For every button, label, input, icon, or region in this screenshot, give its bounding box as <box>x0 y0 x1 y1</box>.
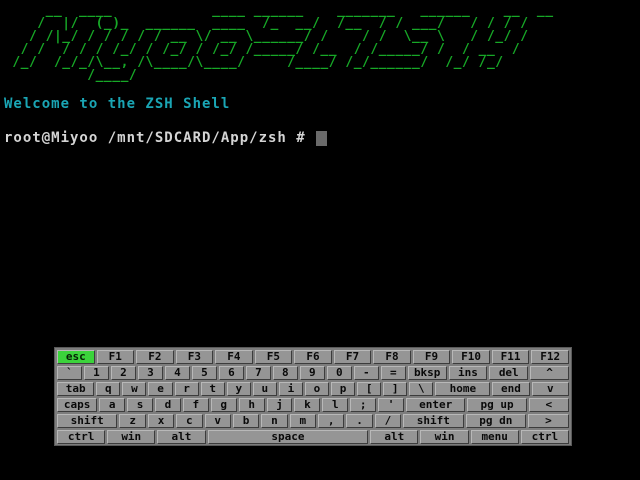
key-f4[interactable]: F4 <box>215 350 253 364</box>
key-backslash[interactable]: \ <box>409 382 434 396</box>
key-rshift[interactable]: shift <box>403 414 464 428</box>
on-screen-keyboard: esc F1 F2 F3 F4 F5 F6 F7 F8 F9 F10 F11 F12 ` 1 2 3 4 5 6 7 8 9… <box>54 347 572 446</box>
key-f7[interactable]: F7 <box>333 350 372 364</box>
key-pgdn[interactable]: pg dn <box>465 414 526 428</box>
key-menu[interactable]: menu <box>470 430 519 444</box>
key-v[interactable]: v <box>204 414 231 428</box>
key-8[interactable]: 8 <box>272 366 298 380</box>
key-u[interactable]: u <box>252 382 277 396</box>
key-f5[interactable]: F5 <box>254 350 293 364</box>
key-rwin[interactable]: win <box>420 430 469 444</box>
key-lalt[interactable]: alt <box>157 430 206 444</box>
key-comma[interactable]: , <box>317 414 345 428</box>
key-6[interactable]: 6 <box>218 366 244 380</box>
key-3[interactable]: 3 <box>137 366 163 380</box>
key-right[interactable]: > <box>528 414 569 428</box>
keyboard-row: ctrl win alt space alt win menu ctrl <box>57 430 569 444</box>
key-a[interactable]: a <box>99 398 126 412</box>
key-slash[interactable]: / <box>374 414 402 428</box>
keyboard-row: caps a s d f g h j k l; ' enter pg up < <box>57 398 569 412</box>
key-f12[interactable]: F12 <box>531 350 569 364</box>
key-5[interactable]: 5 <box>191 366 217 380</box>
keyboard-row: shift z x c v b n m,. / shift pg dn > <box>57 414 569 428</box>
key-f1[interactable]: F1 <box>96 350 135 364</box>
key-t[interactable]: t <box>200 382 225 396</box>
keyboard-row: esc F1 F2 F3 F4 F5 F6 F7 F8 F9 F10 F11 F12 <box>57 350 569 364</box>
terminal-screen[interactable]: __ ____ ____ ______ _______ ______ __ __… <box>0 0 640 340</box>
key-f3[interactable]: F3 <box>175 350 214 364</box>
key-lbracket[interactable]: [ <box>357 382 382 396</box>
key-p[interactable]: p <box>331 382 356 396</box>
key-h[interactable]: h <box>238 398 265 412</box>
key-home[interactable]: home <box>435 382 491 396</box>
key-end[interactable]: end <box>492 382 530 396</box>
key-f11[interactable]: F11 <box>491 350 530 364</box>
key-9[interactable]: 9 <box>299 366 325 380</box>
key-j[interactable]: j <box>266 398 293 412</box>
key-0[interactable]: 0 <box>326 366 352 380</box>
key-r[interactable]: r <box>174 382 199 396</box>
key-f6[interactable]: F6 <box>294 350 332 364</box>
key-down[interactable]: v <box>531 382 569 396</box>
key-4[interactable]: 4 <box>164 366 190 380</box>
key-m[interactable]: m <box>289 414 316 428</box>
key-f8[interactable]: F8 <box>373 350 411 364</box>
key-x[interactable]: x <box>147 414 175 428</box>
key-left[interactable]: < <box>528 398 569 412</box>
key-del[interactable]: del <box>489 366 529 380</box>
key-n[interactable]: n <box>261 414 288 428</box>
key-w[interactable]: w <box>122 382 147 396</box>
key-d[interactable]: d <box>155 398 181 412</box>
key-f10[interactable]: F10 <box>452 350 490 364</box>
key-lwin[interactable]: win <box>107 430 156 444</box>
key-lshift[interactable]: shift <box>57 414 118 428</box>
key-q[interactable]: q <box>96 382 121 396</box>
key-y[interactable]: y <box>226 382 251 396</box>
key-g[interactable]: g <box>210 398 237 412</box>
key-backtick[interactable]: ` <box>57 366 82 380</box>
key-1[interactable]: 1 <box>83 366 109 380</box>
text-cursor <box>315 130 327 146</box>
key-bksp[interactable]: bksp <box>407 366 447 380</box>
key-f2[interactable]: F2 <box>136 350 174 364</box>
key-equals[interactable]: = <box>380 366 406 380</box>
key-ralt[interactable]: alt <box>370 430 419 444</box>
key-minus[interactable]: - <box>353 366 379 380</box>
key-ins[interactable]: ins <box>448 366 488 380</box>
key-k[interactable]: k <box>294 398 321 412</box>
welcome-message: Welcome to the ZSH Shell <box>4 96 231 112</box>
key-f[interactable]: f <box>182 398 209 412</box>
key-s[interactable]: s <box>127 398 154 412</box>
key-i[interactable]: i <box>278 382 303 396</box>
key-lctrl[interactable]: ctrl <box>57 430 106 444</box>
key-e[interactable]: e <box>148 382 173 396</box>
key-caps[interactable]: caps <box>57 398 98 412</box>
key-up[interactable]: ^ <box>530 366 569 380</box>
shell-prompt: root@Miyoo /mnt/SDCARD/App/zsh # <box>4 130 306 146</box>
key-space[interactable]: space <box>207 430 369 444</box>
key-b[interactable]: b <box>232 414 260 428</box>
key-z[interactable]: z <box>119 414 146 428</box>
key-o[interactable]: o <box>304 382 330 396</box>
ascii-banner: __ ____ ____ ______ _______ ______ __ __… <box>12 3 554 83</box>
key-pgup[interactable]: pg up <box>467 398 527 412</box>
key-7[interactable]: 7 <box>245 366 271 380</box>
key-semicolon[interactable]: ; <box>350 398 377 412</box>
key-quote[interactable]: ' <box>378 398 405 412</box>
keyboard-row: ` 1 2 3 4 5 6 7 8 9 0- = bksp ins del ^ <box>57 366 569 380</box>
key-tab[interactable]: tab <box>57 382 95 396</box>
key-rctrl[interactable]: ctrl <box>520 430 569 444</box>
key-c[interactable]: c <box>176 414 203 428</box>
prompt-line[interactable]: root@Miyoo /mnt/SDCARD/App/zsh # <box>4 129 327 147</box>
key-f9[interactable]: F9 <box>412 350 451 364</box>
key-2[interactable]: 2 <box>110 366 136 380</box>
key-rbracket[interactable]: ] <box>383 382 408 396</box>
key-period[interactable]: . <box>346 414 373 428</box>
key-l[interactable]: l <box>322 398 349 412</box>
keyboard-row: tab q w e r t y u i o p[] \ home end v <box>57 382 569 396</box>
key-enter[interactable]: enter <box>406 398 466 412</box>
key-esc[interactable]: esc <box>57 350 95 364</box>
